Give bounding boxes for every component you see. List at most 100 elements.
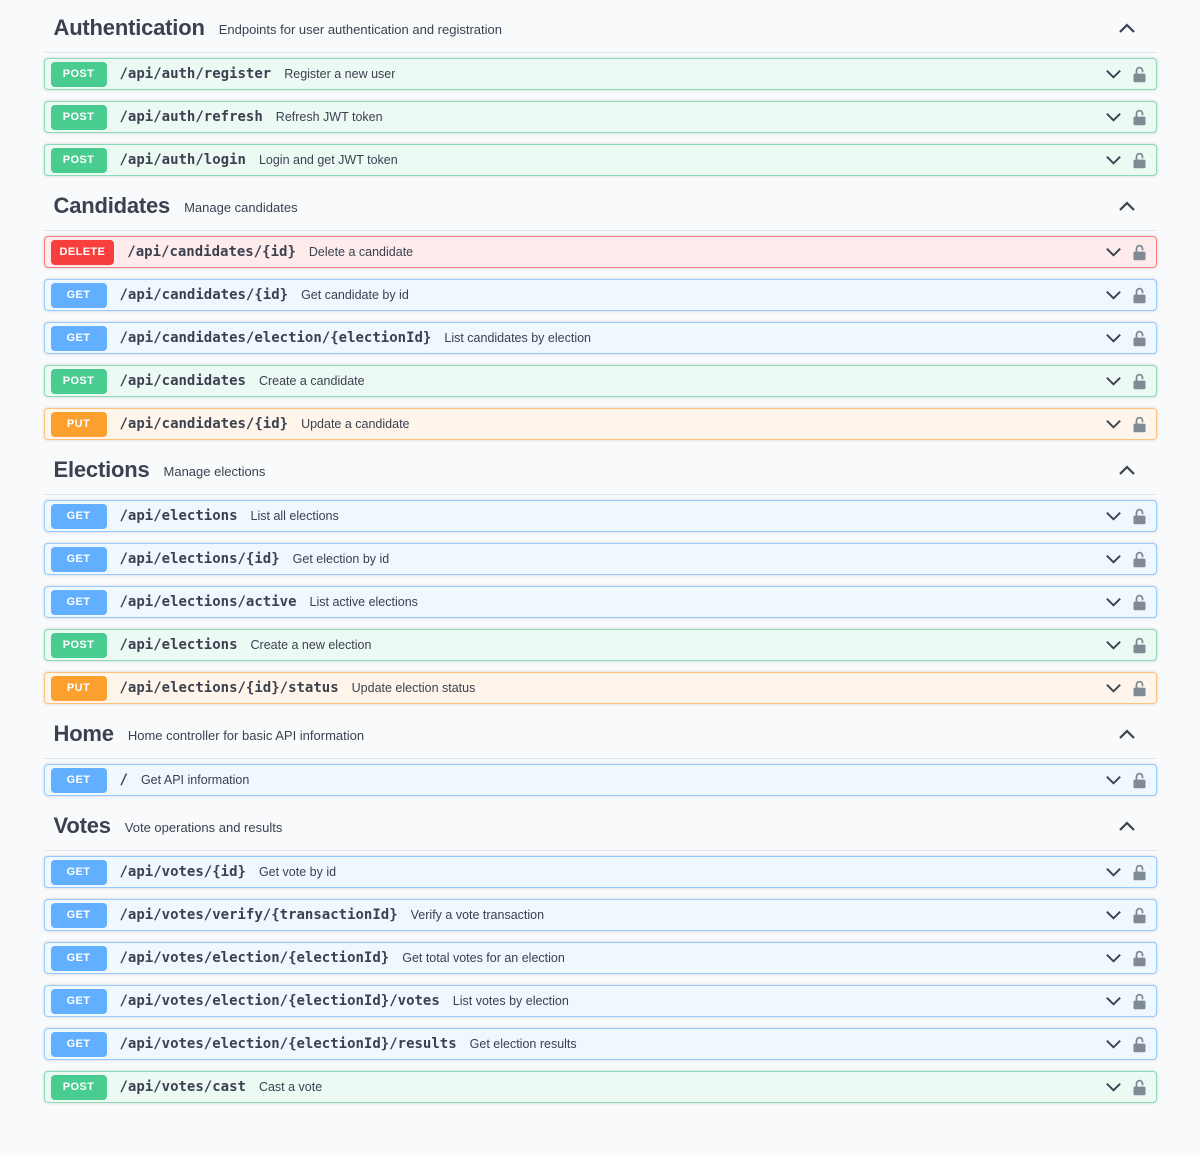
authorize-lock-button[interactable] <box>1132 993 1147 1010</box>
authorize-lock-button[interactable] <box>1132 416 1147 433</box>
authorize-lock-button[interactable] <box>1132 551 1147 568</box>
unlock-icon <box>1132 993 1147 1010</box>
section-collapse-button[interactable] <box>1117 21 1137 35</box>
expand-endpoint-button[interactable] <box>1104 110 1123 124</box>
unlock-icon <box>1132 373 1147 390</box>
unlock-icon <box>1132 772 1147 789</box>
endpoint-path: /api/elections/{id} <box>120 551 280 567</box>
expand-endpoint-button[interactable] <box>1104 1080 1123 1094</box>
authorize-lock-button[interactable] <box>1132 373 1147 390</box>
expand-endpoint-button[interactable] <box>1104 595 1123 609</box>
chevron-down-icon <box>1104 153 1123 167</box>
endpoint-row[interactable]: GET /api/elections/active List active el… <box>44 586 1157 618</box>
expand-endpoint-button[interactable] <box>1104 552 1123 566</box>
endpoint-row[interactable]: POST /api/auth/login Login and get JWT t… <box>44 144 1157 176</box>
method-badge: GET <box>51 326 107 351</box>
expand-endpoint-button[interactable] <box>1104 951 1123 965</box>
endpoint-summary: Create a new election <box>251 638 372 652</box>
unlock-icon <box>1132 864 1147 881</box>
endpoint-row[interactable]: POST /api/candidates Create a candidate <box>44 365 1157 397</box>
expand-endpoint-button[interactable] <box>1104 865 1123 879</box>
expand-endpoint-button[interactable] <box>1104 681 1123 695</box>
chevron-down-icon <box>1104 245 1123 259</box>
section-collapse-button[interactable] <box>1117 199 1137 213</box>
expand-endpoint-button[interactable] <box>1104 153 1123 167</box>
authorize-lock-button[interactable] <box>1132 152 1147 169</box>
endpoint-row[interactable]: POST /api/votes/cast Cast a vote <box>44 1071 1157 1103</box>
section-collapse-button[interactable] <box>1117 727 1137 741</box>
authorize-lock-button[interactable] <box>1132 950 1147 967</box>
expand-endpoint-button[interactable] <box>1104 374 1123 388</box>
authorize-lock-button[interactable] <box>1132 680 1147 697</box>
endpoint-path: /api/votes/cast <box>120 1079 246 1095</box>
authorize-lock-button[interactable] <box>1132 330 1147 347</box>
chevron-down-icon <box>1104 374 1123 388</box>
endpoint-path: /api/auth/login <box>120 152 246 168</box>
endpoint-row[interactable]: GET /api/votes/election/{electionId} Get… <box>44 942 1157 974</box>
expand-endpoint-button[interactable] <box>1104 331 1123 345</box>
expand-endpoint-button[interactable] <box>1104 509 1123 523</box>
expand-endpoint-button[interactable] <box>1104 67 1123 81</box>
expand-endpoint-button[interactable] <box>1104 288 1123 302</box>
unlock-icon <box>1132 508 1147 525</box>
expand-endpoint-button[interactable] <box>1104 773 1123 787</box>
expand-endpoint-button[interactable] <box>1104 908 1123 922</box>
endpoint-row[interactable]: POST /api/auth/refresh Refresh JWT token <box>44 101 1157 133</box>
method-badge: GET <box>51 860 107 885</box>
authorize-lock-button[interactable] <box>1132 1079 1147 1096</box>
section-header[interactable]: Home Home controller for basic API infor… <box>44 717 1157 759</box>
endpoint-row[interactable]: GET /api/elections/{id} Get election by … <box>44 543 1157 575</box>
authorize-lock-button[interactable] <box>1132 66 1147 83</box>
method-badge: POST <box>51 369 107 394</box>
chevron-up-icon <box>1117 463 1137 477</box>
endpoint-row[interactable]: GET /api/elections List all elections <box>44 500 1157 532</box>
endpoint-path: /api/candidates/{id} <box>120 416 289 432</box>
endpoint-row[interactable]: PUT /api/elections/{id}/status Update el… <box>44 672 1157 704</box>
expand-endpoint-button[interactable] <box>1104 417 1123 431</box>
chevron-down-icon <box>1104 288 1123 302</box>
endpoint-row[interactable]: POST /api/elections Create a new electio… <box>44 629 1157 661</box>
api-tag-section: Candidates Manage candidates DELETE /api… <box>44 189 1157 440</box>
section-header[interactable]: Elections Manage elections <box>44 453 1157 495</box>
endpoint-row[interactable]: GET /api/votes/election/{electionId}/res… <box>44 1028 1157 1060</box>
chevron-down-icon <box>1104 865 1123 879</box>
endpoint-list: GET /api/elections List all elections GE… <box>44 500 1157 704</box>
endpoint-row[interactable]: PUT /api/candidates/{id} Update a candid… <box>44 408 1157 440</box>
endpoint-row[interactable]: GET /api/votes/election/{electionId}/vot… <box>44 985 1157 1017</box>
section-header[interactable]: Authentication Endpoints for user authen… <box>44 11 1157 53</box>
expand-endpoint-button[interactable] <box>1104 245 1123 259</box>
endpoint-list: POST /api/auth/register Register a new u… <box>44 58 1157 176</box>
endpoint-row[interactable]: GET /api/candidates/{id} Get candidate b… <box>44 279 1157 311</box>
chevron-down-icon <box>1104 638 1123 652</box>
authorize-lock-button[interactable] <box>1132 109 1147 126</box>
chevron-down-icon <box>1104 951 1123 965</box>
section-header[interactable]: Candidates Manage candidates <box>44 189 1157 231</box>
endpoint-row[interactable]: DELETE /api/candidates/{id} Delete a can… <box>44 236 1157 268</box>
authorize-lock-button[interactable] <box>1132 907 1147 924</box>
endpoint-row[interactable]: POST /api/auth/register Register a new u… <box>44 58 1157 90</box>
endpoint-row[interactable]: GET / Get API information <box>44 764 1157 796</box>
authorize-lock-button[interactable] <box>1132 864 1147 881</box>
endpoint-summary: Delete a candidate <box>309 245 413 259</box>
endpoint-row[interactable]: GET /api/votes/{id} Get vote by id <box>44 856 1157 888</box>
expand-endpoint-button[interactable] <box>1104 994 1123 1008</box>
section-header[interactable]: Votes Vote operations and results <box>44 809 1157 851</box>
authorize-lock-button[interactable] <box>1132 244 1147 261</box>
endpoint-row[interactable]: GET /api/votes/verify/{transactionId} Ve… <box>44 899 1157 931</box>
expand-endpoint-button[interactable] <box>1104 638 1123 652</box>
authorize-lock-button[interactable] <box>1132 508 1147 525</box>
authorize-lock-button[interactable] <box>1132 594 1147 611</box>
method-badge: GET <box>51 989 107 1014</box>
authorize-lock-button[interactable] <box>1132 1036 1147 1053</box>
authorize-lock-button[interactable] <box>1132 637 1147 654</box>
authorize-lock-button[interactable] <box>1132 287 1147 304</box>
section-collapse-button[interactable] <box>1117 819 1137 833</box>
section-collapse-button[interactable] <box>1117 463 1137 477</box>
endpoint-path: /api/votes/election/{electionId}/results <box>120 1036 457 1052</box>
endpoint-path: / <box>120 772 128 788</box>
expand-endpoint-button[interactable] <box>1104 1037 1123 1051</box>
endpoint-row[interactable]: GET /api/candidates/election/{electionId… <box>44 322 1157 354</box>
method-badge: GET <box>51 504 107 529</box>
authorize-lock-button[interactable] <box>1132 772 1147 789</box>
endpoint-summary: Refresh JWT token <box>276 110 383 124</box>
